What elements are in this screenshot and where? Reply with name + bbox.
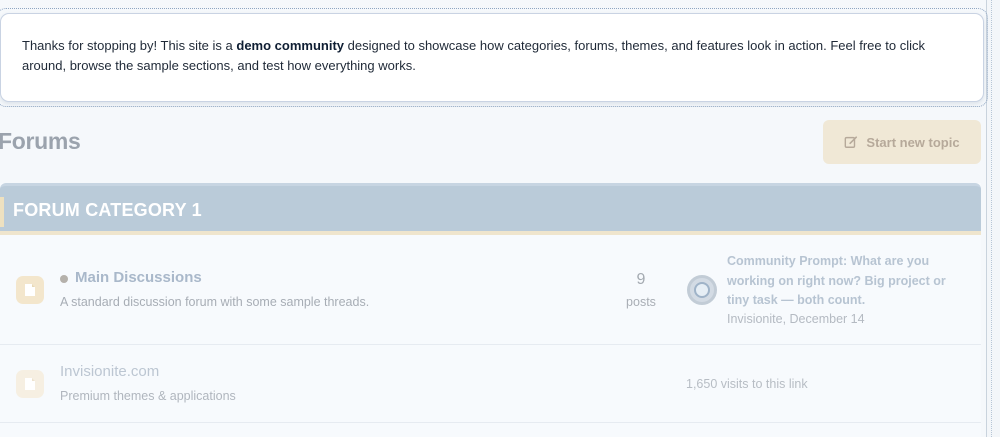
category-header[interactable]: FORUM CATEGORY 1 (0, 183, 981, 235)
user-avatar[interactable] (687, 275, 717, 305)
forum-link-main-discussions[interactable]: Main Discussions (75, 269, 202, 286)
forum-row-main-discussions: Main Discussions A standard discussion f… (0, 238, 981, 345)
announcement-frame: Thanks for stopping by! This site is a d… (0, 8, 988, 107)
last-post-link[interactable]: Community Prompt: What are you working o… (727, 252, 967, 311)
announcement-bold-text: demo community (236, 38, 344, 53)
announcement-text-start: Thanks for stopping by! This site is a (22, 38, 237, 53)
forum-description: A standard discussion forum with some sa… (60, 295, 370, 309)
post-count: 9 (636, 271, 646, 288)
forum-category: FORUM CATEGORY 1 Main Discussions A stan… (0, 183, 981, 437)
forum-description: Premium themes & applications (60, 389, 236, 403)
post-count-label: posts (626, 295, 656, 309)
unread-indicator-icon (60, 275, 68, 283)
forum-row-invisionite-link: Invisionite.com Premium themes & applica… (0, 345, 981, 423)
document-icon (16, 276, 44, 304)
document-icon (16, 370, 44, 398)
forum-link-invisionite[interactable]: Invisionite.com (60, 363, 159, 380)
last-post-meta: Invisionite, December 14 (727, 312, 865, 326)
category-title[interactable]: FORUM CATEGORY 1 (13, 200, 202, 221)
announcement-box: Thanks for stopping by! This site is a d… (0, 13, 984, 102)
page-scroll-edge (986, 0, 1000, 437)
start-new-topic-button[interactable]: Start new topic (823, 120, 981, 164)
start-new-topic-label: Start new topic (866, 134, 960, 150)
avatar-image (694, 282, 710, 298)
page-title: Forums (0, 128, 81, 154)
edit-icon (845, 136, 858, 148)
redirect-visit-count: 1,650 visits to this link (686, 377, 808, 391)
